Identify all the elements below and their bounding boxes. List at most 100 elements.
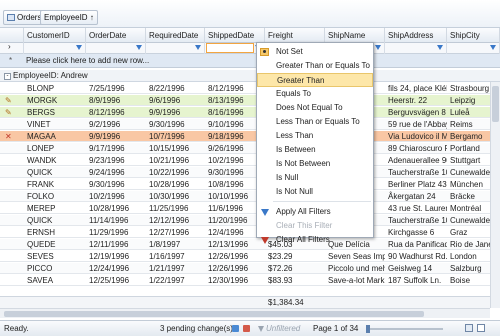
table-cell[interactable]: 11/14/1996 — [86, 215, 146, 225]
header-customerid[interactable]: CustomerID — [24, 28, 86, 43]
table-cell[interactable]: 59 rue de l'Abbaye — [385, 119, 447, 129]
table-row[interactable]: MEREP 10/28/1996 11/25/1996 11/6/1996 43 rue… — [0, 203, 500, 214]
menu-item[interactable]: Equals To — [257, 87, 373, 101]
filter-icon[interactable] — [136, 45, 142, 50]
group-header-row[interactable]: - EmployeeID: Andrew — [0, 70, 500, 82]
table-cell[interactable]: Seven Seas Impo... — [325, 251, 385, 261]
table-cell[interactable]: Montréal — [447, 203, 490, 213]
filter-icon[interactable] — [195, 45, 201, 50]
table-cell[interactable]: QUICK — [24, 215, 86, 225]
table-cell[interactable]: ERNSH — [24, 227, 86, 237]
table-cell[interactable]: 43 rue St. Laurent — [385, 203, 447, 213]
vertical-scrollbar[interactable] — [490, 82, 500, 308]
table-cell[interactable]: 12/13/1996 — [205, 239, 265, 249]
table-row[interactable]: FRANK 9/30/1996 10/28/1996 10/8/1996 Berline… — [0, 179, 500, 190]
table-cell[interactable]: Bergamo — [447, 131, 490, 141]
table-cell[interactable]: SAVEA — [24, 275, 86, 285]
table-cell[interactable]: Rua da Panificad... — [385, 239, 447, 249]
table-row[interactable]: SAVEA 12/25/1996 1/22/1997 12/30/1996 $83.93… — [0, 275, 500, 286]
header-shipcity[interactable]: ShipCity — [447, 28, 500, 43]
table-row[interactable]: ✎ MORGK 8/9/1996 9/6/1996 8/13/1996 Heerstr. … — [0, 95, 500, 106]
table-cell[interactable]: 10/7/1996 — [146, 131, 205, 141]
table-cell[interactable]: VINET — [24, 119, 86, 129]
table-cell[interactable]: 12/19/1996 — [86, 251, 146, 261]
header-orderdate[interactable]: OrderDate — [86, 28, 146, 43]
filter-cell-shipaddress[interactable] — [385, 43, 447, 54]
table-cell[interactable]: Kirchgasse 6 — [385, 227, 447, 237]
table-cell[interactable]: 187 Suffolk Ln. — [385, 275, 447, 285]
table-cell[interactable]: BLONP — [24, 83, 86, 93]
table-cell[interactable]: QUEDE — [24, 239, 86, 249]
header-shippeddate[interactable]: ShippedDate — [205, 28, 265, 43]
table-cell[interactable]: 10/28/1996 — [86, 203, 146, 213]
table-cell[interactable]: QUICK — [24, 167, 86, 177]
table-cell[interactable]: 1/8/1997 — [146, 239, 205, 249]
shippeddate-filter-input[interactable] — [206, 43, 254, 53]
table-cell[interactable]: 12/12/1996 — [146, 215, 205, 225]
table-cell[interactable]: London — [447, 251, 490, 261]
table-row[interactable]: ✕ MAGAA 9/9/1996 10/7/1996 9/18/1996 Via Ludo… — [0, 131, 500, 142]
scroll-thumb[interactable] — [492, 86, 499, 122]
table-row[interactable]: QUICK 9/24/1996 10/22/1996 9/30/1996 Taucher… — [0, 167, 500, 178]
menu-item[interactable]: Greater Than — [257, 73, 373, 87]
menu-item[interactable]: Is Not Between — [257, 157, 373, 171]
table-cell[interactable]: Leipzig — [447, 95, 490, 105]
table-cell[interactable]: 1/21/1997 — [146, 263, 205, 273]
table-cell[interactable]: 12/25/1996 — [86, 275, 146, 285]
table-cell[interactable]: WANDK — [24, 155, 86, 165]
table-cell[interactable]: Berguvsvägen 8 — [385, 107, 447, 117]
table-cell[interactable]: 10/28/1996 — [146, 179, 205, 189]
filter-cell-shipcity[interactable] — [447, 43, 500, 54]
table-cell[interactable]: 12/26/1996 — [205, 263, 265, 273]
table-cell[interactable]: MORGK — [24, 95, 86, 105]
table-cell[interactable]: Cunewalde — [447, 215, 490, 225]
revert-changes-icon[interactable] — [243, 325, 250, 332]
filter-cell-requireddate[interactable] — [146, 43, 205, 54]
table-cell[interactable]: 10/2/1996 — [86, 191, 146, 201]
menu-item[interactable]: Does Not Equal To — [257, 101, 373, 115]
table-cell[interactable]: 10/21/1996 — [146, 155, 205, 165]
table-row[interactable]: ERNSH11/29/199612/27/199612/4/1996$110.4… — [0, 227, 500, 238]
menu-item[interactable]: Is Between — [257, 143, 373, 157]
view-card-icon[interactable] — [477, 324, 485, 332]
group-chip-employeeid[interactable]: EmployeeID ↑ — [40, 10, 98, 25]
table-row[interactable]: FOLKO 10/2/1996 10/30/1996 10/10/1996 Åkerga… — [0, 191, 500, 202]
table-cell[interactable]: 90 Wadhurst Rd. — [385, 251, 447, 261]
table-cell[interactable]: 12/11/1996 — [86, 239, 146, 249]
menu-item[interactable]: Greater Than or Equals To — [257, 59, 373, 73]
menu-item[interactable]: Less Than or Equals To — [257, 115, 373, 129]
table-cell[interactable]: Boise — [447, 275, 490, 285]
table-cell[interactable]: 12/26/1996 — [205, 251, 265, 261]
table-row[interactable]: SEVES 12/19/1996 1/16/1997 12/26/1996 $23.29… — [0, 251, 500, 262]
table-cell[interactable]: 9/30/1996 — [146, 119, 205, 129]
table-cell[interactable]: LONEP — [24, 143, 86, 153]
table-row[interactable]: ✎ BERGS 8/12/1996 9/9/1996 8/16/1996 Berguvsv… — [0, 107, 500, 118]
header-freight[interactable]: Freight — [265, 28, 325, 43]
table-row[interactable]: QUEDE 12/11/1996 1/8/1997 12/13/1996 $45.03 Q… — [0, 239, 500, 250]
page-slider[interactable] — [366, 325, 443, 333]
header-requireddate[interactable]: RequiredDate — [146, 28, 205, 43]
table-cell[interactable]: Graz — [447, 227, 490, 237]
header-shipname[interactable]: ShipName — [325, 28, 385, 43]
table-cell[interactable]: Strasbourg — [447, 83, 490, 93]
table-cell[interactable]: Heerstr. 22 — [385, 95, 447, 105]
table-cell[interactable]: 9/17/1996 — [86, 143, 146, 153]
table-cell[interactable]: $23.29 — [265, 251, 325, 261]
table-cell[interactable]: Stuttgart — [447, 155, 490, 165]
table-cell[interactable]: 7/25/1996 — [86, 83, 146, 93]
save-changes-icon[interactable] — [232, 325, 239, 332]
menu-item[interactable]: Is Not Null — [257, 185, 373, 199]
filter-icon[interactable] — [437, 45, 443, 50]
view-grid-icon[interactable] — [465, 324, 473, 332]
table-cell[interactable]: 12/24/1996 — [86, 263, 146, 273]
table-cell[interactable]: Geislweg 14 — [385, 263, 447, 273]
table-cell[interactable]: Taucherstraße 10 — [385, 215, 447, 225]
table-cell[interactable]: BERGS — [24, 107, 86, 117]
table-cell[interactable]: 1/22/1997 — [146, 275, 205, 285]
table-cell[interactable]: 12/27/1996 — [146, 227, 205, 237]
table-row[interactable]: BLONP 7/25/1996 8/22/1996 8/12/1996 fils 24,… — [0, 83, 500, 94]
table-cell[interactable]: 10/22/1996 — [146, 167, 205, 177]
table-cell[interactable]: FRANK — [24, 179, 86, 189]
table-cell[interactable]: Åkergatan 24 — [385, 191, 447, 201]
scroll-thumb[interactable] — [4, 311, 424, 317]
